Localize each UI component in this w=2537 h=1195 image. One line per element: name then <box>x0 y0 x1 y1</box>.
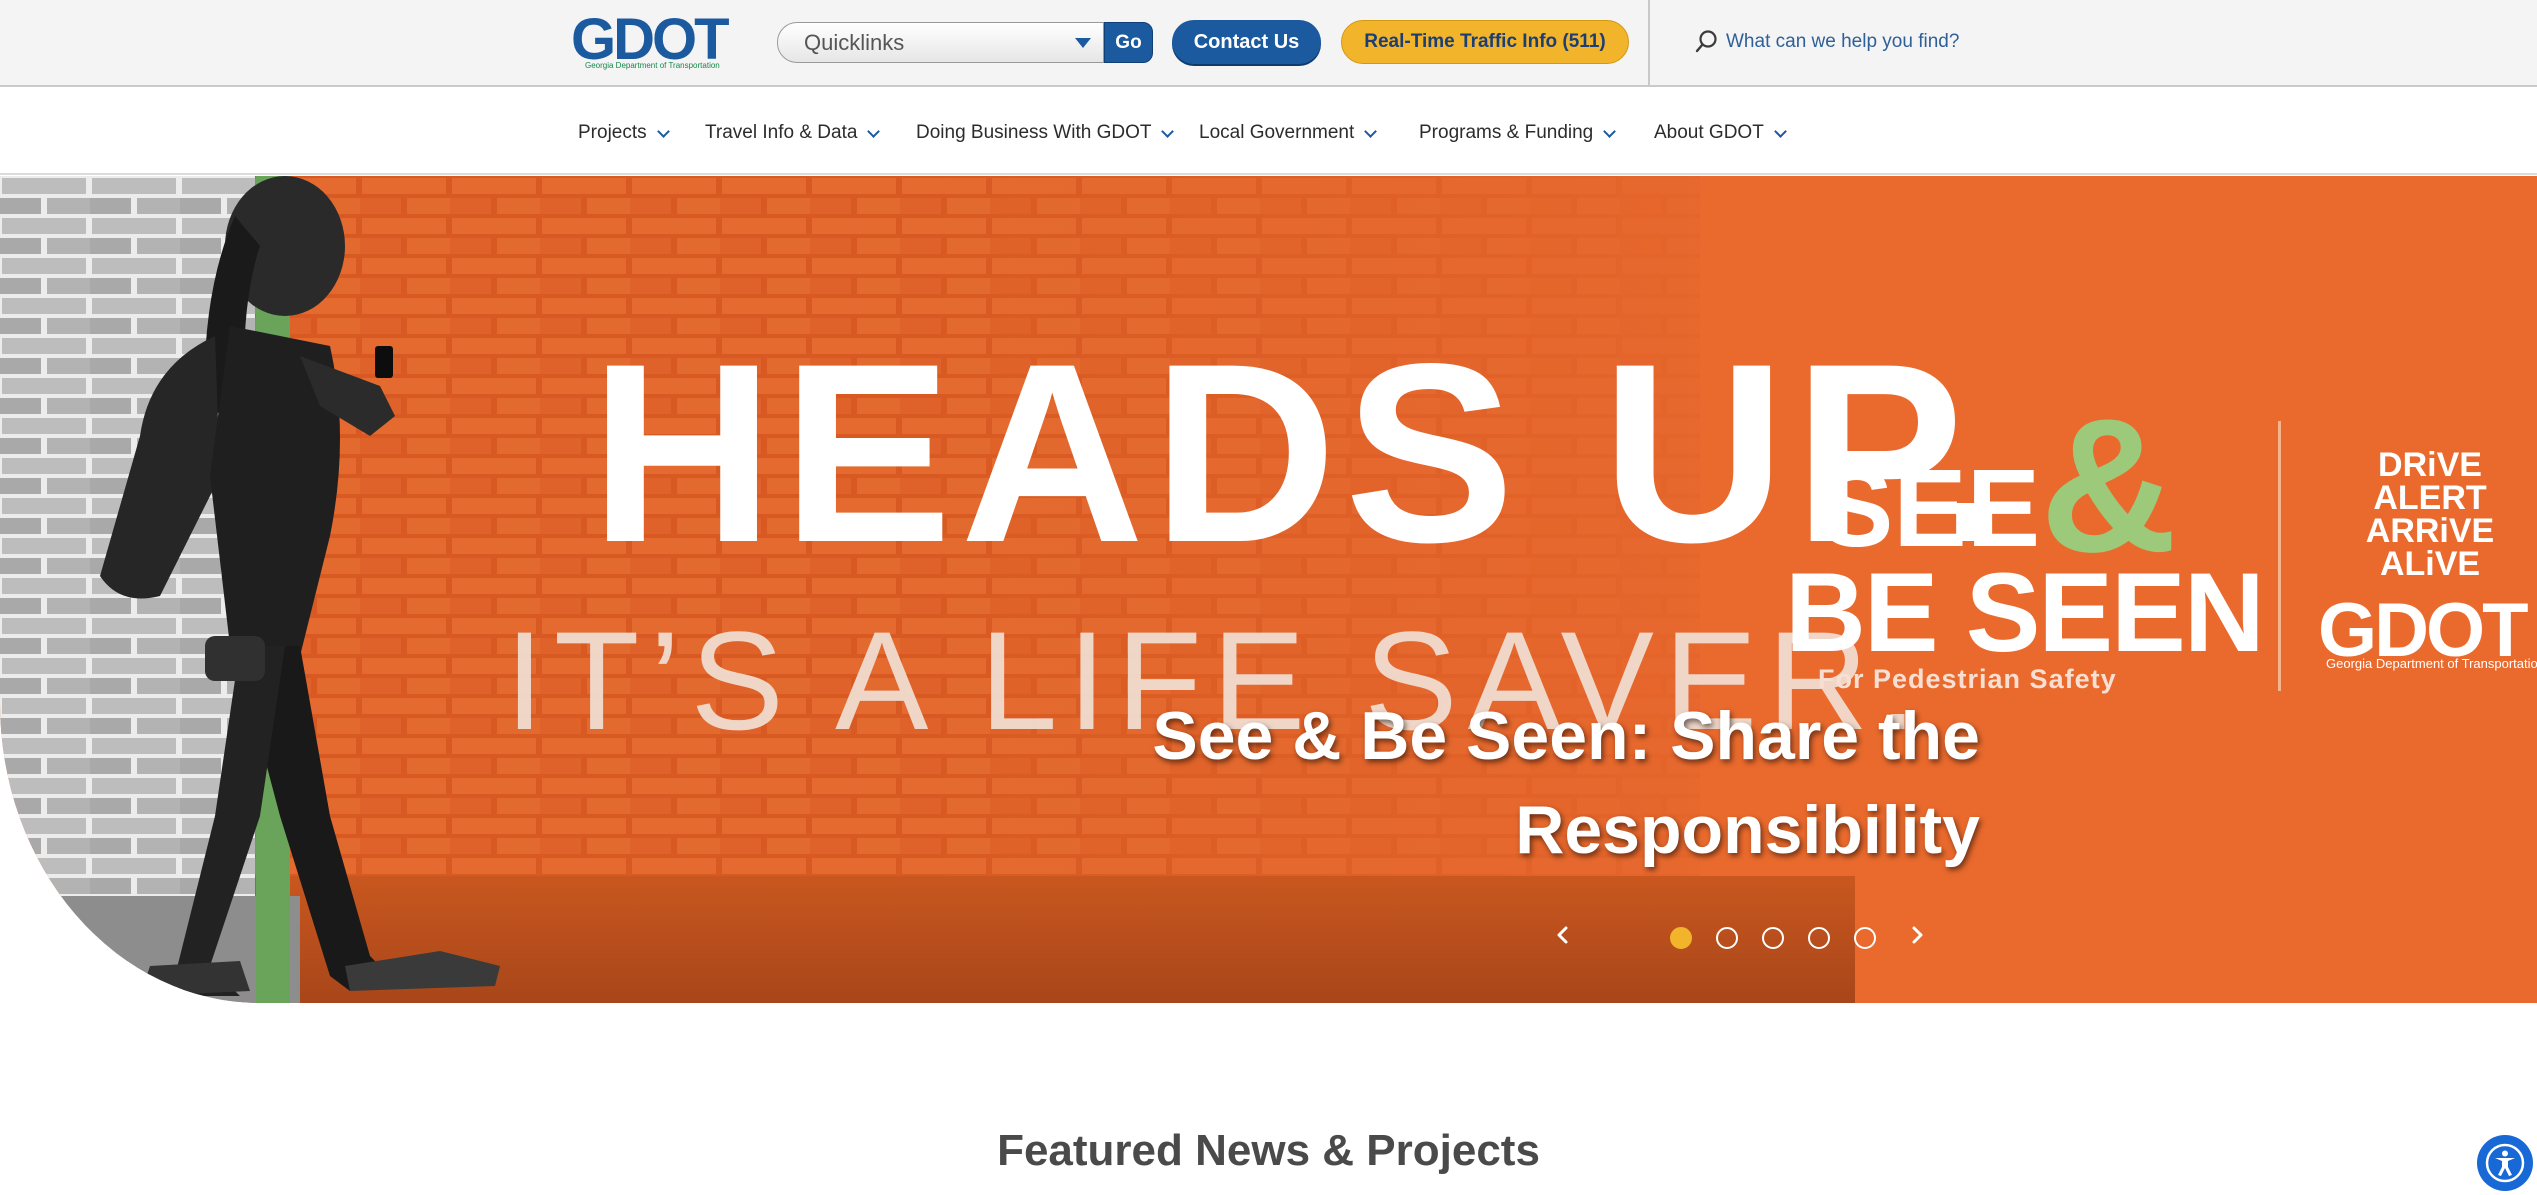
drive-line-4: ALiVE <box>2380 545 2480 583</box>
hero-slide-image[interactable]: HEADS UP. IT’S A LIFE SAVER. SEE & BE SE… <box>0 176 2537 1003</box>
site-search-input[interactable] <box>1726 24 2146 60</box>
nav-item-label: Projects <box>578 122 647 143</box>
featured-section-title: Featured News & Projects <box>997 1126 1540 1175</box>
chevron-down-icon <box>1364 124 1378 138</box>
carousel-dot-5[interactable] <box>1854 927 1876 949</box>
carousel-dot-2[interactable] <box>1716 927 1738 949</box>
chevron-right-icon[interactable] <box>1908 923 1928 947</box>
nav-item-label: Programs & Funding <box>1419 122 1594 143</box>
header-divider <box>1648 0 1650 87</box>
chevron-down-icon <box>656 124 670 138</box>
nav-item-projects[interactable]: Projects <box>578 118 670 148</box>
chevron-down-icon <box>1075 38 1091 48</box>
hero-gdot-subtitle: Georgia Department of Transportation <box>2326 656 2537 671</box>
accessibility-icon[interactable] <box>2477 1135 2533 1191</box>
chevron-left-icon[interactable] <box>1552 923 1572 947</box>
be-seen-text: BE SEEN <box>1785 550 2263 675</box>
nav-item-programs-funding[interactable]: Programs & Funding <box>1419 118 1617 148</box>
carousel-dot-1[interactable] <box>1670 927 1692 949</box>
nav-item-label: Local Government <box>1199 122 1355 143</box>
quicklinks-go-button[interactable]: Go <box>1104 22 1153 63</box>
gdot-logo[interactable]: GDOT Georgia Department of Transportatio… <box>571 7 739 72</box>
quicklinks-select[interactable]: Quicklinks <box>777 22 1104 63</box>
nav-item-doing-business[interactable]: Doing Business With GDOT <box>916 118 1175 148</box>
hero-caption-line-2: Responsibility <box>1515 792 1980 868</box>
carousel-dot-3[interactable] <box>1762 927 1784 949</box>
nav-item-label: About GDOT <box>1654 122 1764 143</box>
chevron-down-icon <box>867 124 881 138</box>
contact-us-button[interactable]: Contact Us <box>1172 20 1321 64</box>
hero-carousel: HEADS UP. IT’S A LIFE SAVER. SEE & BE SE… <box>0 176 2537 1003</box>
hero-caption-line-1: See & Be Seen: Share the <box>1152 698 1980 774</box>
hero-caption[interactable]: See & Be Seen: Share the Responsibility <box>980 689 1980 877</box>
chevron-down-icon <box>1603 124 1617 138</box>
nav-item-label: Travel Info & Data <box>705 122 858 143</box>
nav-item-label: Doing Business With GDOT <box>916 122 1152 143</box>
chevron-down-icon <box>1773 124 1787 138</box>
carousel-dot-4[interactable] <box>1808 927 1830 949</box>
main-nav: Projects Travel Info & Data Doing Busine… <box>0 89 2537 175</box>
quicklinks-selected-value: Quicklinks <box>804 29 905 55</box>
nav-item-about-gdot[interactable]: About GDOT <box>1654 118 1787 148</box>
accessibility-figure <box>2485 1143 2525 1183</box>
real-time-traffic-button[interactable]: Real-Time Traffic Info (511) <box>1341 20 1629 64</box>
search-icon[interactable] <box>1695 29 1719 55</box>
nav-item-local-government[interactable]: Local Government <box>1199 118 1378 148</box>
top-bar: GDOT Georgia Department of Transportatio… <box>0 0 2537 87</box>
nav-item-travel-info[interactable]: Travel Info & Data <box>705 118 881 148</box>
chevron-down-icon <box>1161 124 1175 138</box>
logo-subtitle: Georgia Department of Transportation <box>585 61 720 70</box>
